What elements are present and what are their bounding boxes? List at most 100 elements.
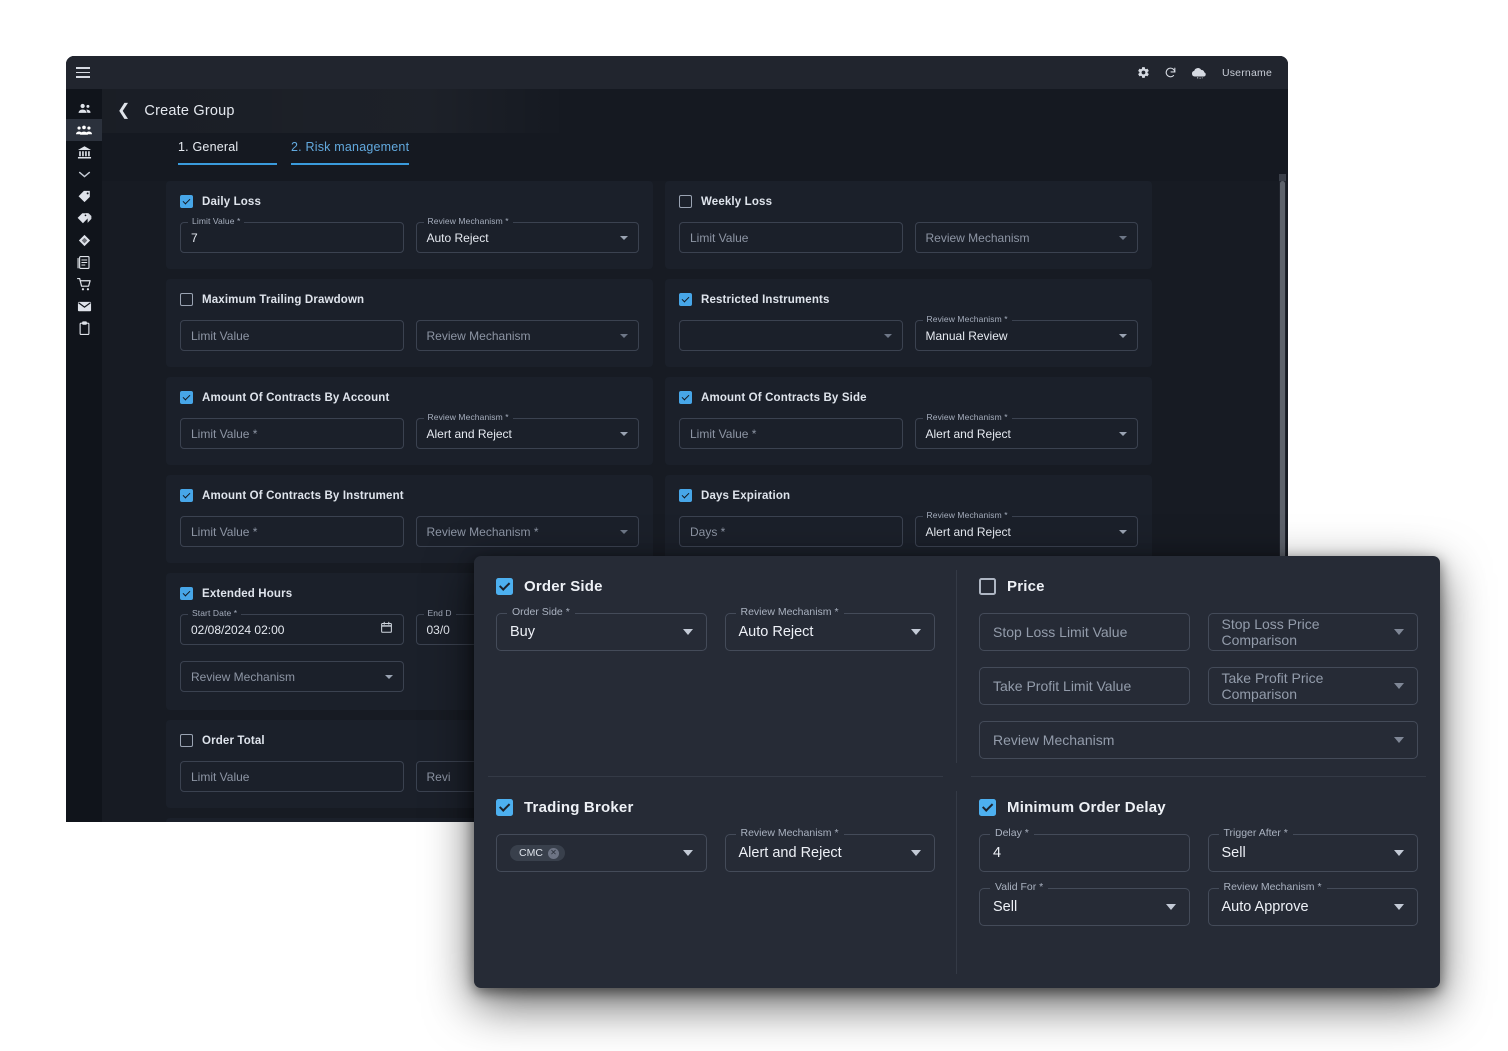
stop-loss-limit-input[interactable]: Stop Loss Limit Value [979,613,1190,651]
stop-loss-comparison-select[interactable]: Stop Loss Price Comparison [1207,613,1418,651]
weekly-loss-label: Weekly Loss [701,195,773,208]
chevron-down-icon [1394,683,1404,689]
sidebar-item-expand[interactable] [66,163,102,185]
restricted-review-select[interactable]: Manual Review [914,320,1138,351]
cbi-limit-placeholder: Limit Value * [191,524,258,539]
mtd-review-placeholder: Review Mechanism [426,328,531,343]
delay-input[interactable]: 4 [979,834,1190,872]
sidebar-item-mail[interactable] [66,295,102,317]
order-side-review-select[interactable]: Auto Reject [724,613,935,651]
cbs-limit-input[interactable]: Limit Value * [679,418,903,449]
contracts-by-side-checkbox[interactable] [679,391,692,404]
eh-review-field: Review Mechanism [180,661,404,692]
restricted-instruments-checkbox[interactable] [679,293,692,306]
daily-loss-review-select[interactable]: Auto Reject [415,222,639,253]
cbs-limit-field: Limit Value * [679,418,903,449]
scrollbar-thumb[interactable] [1280,181,1285,601]
cbi-review-field: Review Mechanism * [415,516,639,547]
contracts-by-account-label: Amount Of Contracts By Account [202,391,390,404]
valid-for-legend: Valid For * [990,881,1049,893]
cba-review-select[interactable]: Alert and Reject [415,418,639,449]
weather-cloud-icon[interactable] [1191,66,1208,80]
tab-general[interactable]: 1. General [178,140,277,165]
days-input[interactable]: Days * [679,516,903,547]
order-total-checkbox[interactable] [180,734,193,747]
trading-broker-select[interactable]: CMC ✕ [496,834,707,872]
take-profit-comparison-select[interactable]: Take Profit Price Comparison [1207,667,1418,705]
form-row: Amount Of Contracts By Account Limit Val… [102,377,1288,465]
min-delay-review-select[interactable]: Auto Approve [1207,888,1418,926]
calendar-icon[interactable] [380,621,393,639]
restricted-instruments-label: Restricted Instruments [701,293,830,306]
trigger-after-field: Trigger After * Sell [1207,827,1418,872]
sidebar-item-tag[interactable] [66,185,102,207]
wizard-tabs: 1. General 2. Risk management [178,140,423,165]
tab-risk-management[interactable]: 2. Risk management [291,140,410,165]
price-checkbox[interactable] [979,578,996,595]
weekly-loss-checkbox[interactable] [679,195,692,208]
restricted-review-field: Review Mechanism * Manual Review [914,314,1138,351]
sidebar-item-users[interactable] [66,97,102,119]
sidebar-item-instruments[interactable] [66,229,102,251]
dialog-panel-trading-broker: Trading Broker CMC ✕ Review Mechanism * [474,777,957,988]
restricted-instruments-select[interactable] [679,320,903,351]
days-review-select[interactable]: Alert and Reject [914,516,1138,547]
cbs-review-select[interactable]: Alert and Reject [914,418,1138,449]
chevron-down-icon [384,674,393,679]
tab-general-label: 1. General [178,140,239,154]
username-label[interactable]: Username [1222,67,1272,79]
sidebar-item-groups[interactable] [66,119,102,141]
top-bar: Username [66,56,1288,89]
order-total-limit-placeholder: Limit Value [191,769,250,784]
remove-chip-icon[interactable]: ✕ [547,847,559,859]
contracts-by-side-label: Amount Of Contracts By Side [701,391,867,404]
broker-chip[interactable]: CMC ✕ [510,845,565,861]
order-side-checkbox[interactable] [496,578,513,595]
sidebar-item-tags[interactable] [66,207,102,229]
chevron-left-icon[interactable]: ❮ [113,101,134,121]
trigger-after-select[interactable]: Sell [1207,834,1418,872]
max-trailing-drawdown-checkbox[interactable] [180,293,193,306]
daily-loss-limit-input[interactable]: 7 [180,222,404,253]
panel-weekly-loss: Weekly Loss Limit Value Review Mechanism [665,181,1152,269]
trading-broker-checkbox[interactable] [496,799,513,816]
sidebar-item-tasks[interactable] [66,317,102,339]
refresh-icon[interactable] [1164,66,1177,79]
chevron-down-icon [620,529,628,534]
order-side-select[interactable]: Buy [496,613,707,651]
contracts-by-account-checkbox[interactable] [180,391,193,404]
sidebar-item-institutions[interactable] [66,141,102,163]
form-row: Daily Loss Limit Value * 7 Review Mechan… [102,181,1288,269]
weekly-loss-limit-input[interactable]: Limit Value [679,222,903,253]
cbi-limit-input[interactable]: Limit Value * [180,516,404,547]
valid-for-select[interactable]: Sell [979,888,1190,926]
take-profit-limit-input[interactable]: Take Profit Limit Value [979,667,1190,705]
topbar-actions: Username [1137,56,1288,89]
daily-loss-checkbox[interactable] [180,195,193,208]
left-sidebar [66,89,102,822]
mtd-limit-input[interactable]: Limit Value [180,320,404,351]
sidebar-item-reports[interactable] [66,251,102,273]
minimum-order-delay-checkbox[interactable] [979,799,996,816]
order-side-legend: Order Side * [507,606,575,618]
contracts-by-instrument-checkbox[interactable] [180,489,193,502]
dialog-panel-order-side: Order Side Order Side * Buy Review Mecha… [474,556,957,777]
cba-limit-input[interactable]: Limit Value * [180,418,404,449]
mtd-review-select[interactable]: Review Mechanism [415,320,639,351]
days-expiration-checkbox[interactable] [679,489,692,502]
extended-hours-checkbox[interactable] [180,587,193,600]
trading-broker-review-select[interactable]: Alert and Reject [724,834,935,872]
weekly-loss-review-select[interactable]: Review Mechanism [914,222,1138,253]
eh-review-select[interactable]: Review Mechanism [180,661,404,692]
chevron-down-icon [682,850,693,856]
days-review-value: Alert and Reject [925,524,1011,539]
cbi-review-select[interactable]: Review Mechanism * [415,516,639,547]
scrollbar-up-arrow[interactable] [1279,174,1286,181]
sidebar-item-orders[interactable] [66,273,102,295]
hamburger-icon[interactable] [66,56,100,89]
price-review-select[interactable]: Review Mechanism [979,721,1418,759]
start-date-input[interactable]: 02/08/2024 02:00 [180,614,404,645]
gear-icon[interactable] [1137,66,1150,79]
order-total-limit-input[interactable]: Limit Value [180,761,404,792]
weekly-loss-review-field: Review Mechanism [914,222,1138,253]
